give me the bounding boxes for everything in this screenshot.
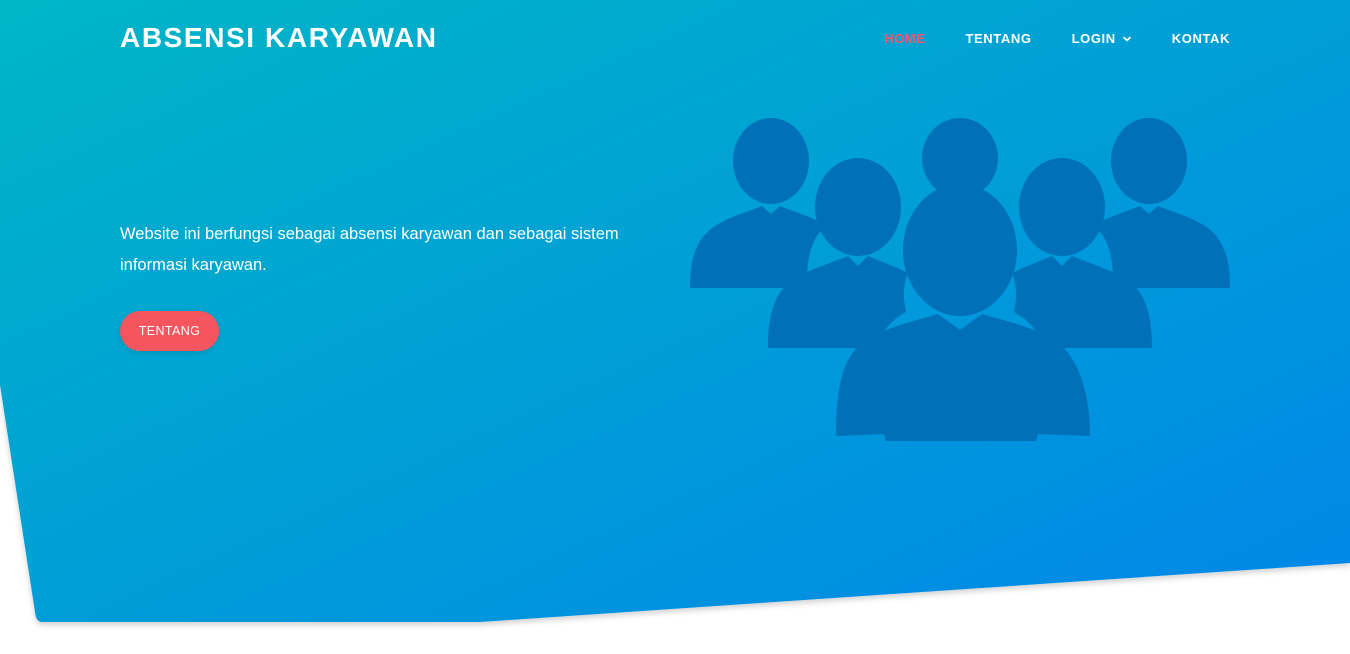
chevron-down-icon bbox=[1122, 36, 1131, 41]
tentang-button[interactable]: TENTANG bbox=[120, 311, 219, 351]
nav-item-kontak[interactable]: KONTAK bbox=[1172, 31, 1230, 46]
nav-item-label: TENTANG bbox=[965, 31, 1032, 46]
brand-logo[interactable]: ABSENSI KARYAWAN bbox=[120, 22, 438, 54]
site-header: ABSENSI KARYAWAN HOME TENTANG LOGIN KONT… bbox=[0, 0, 1350, 78]
hero-description: Website ini berfungsi sebagai absensi ka… bbox=[120, 225, 619, 274]
nav-item-label: LOGIN bbox=[1071, 31, 1116, 46]
nav-item-home[interactable]: HOME bbox=[884, 31, 925, 46]
nav-item-label: KONTAK bbox=[1171, 31, 1230, 46]
users-group-icon bbox=[690, 118, 1230, 443]
main-nav: HOME TENTANG LOGIN KONTAK bbox=[884, 31, 1230, 46]
nav-item-tentang[interactable]: TENTANG bbox=[966, 31, 1032, 46]
nav-item-login[interactable]: LOGIN bbox=[1072, 31, 1132, 46]
landing-page: ABSENSI KARYAWAN HOME TENTANG LOGIN KONT… bbox=[0, 0, 1350, 654]
nav-item-label: HOME bbox=[884, 31, 926, 46]
